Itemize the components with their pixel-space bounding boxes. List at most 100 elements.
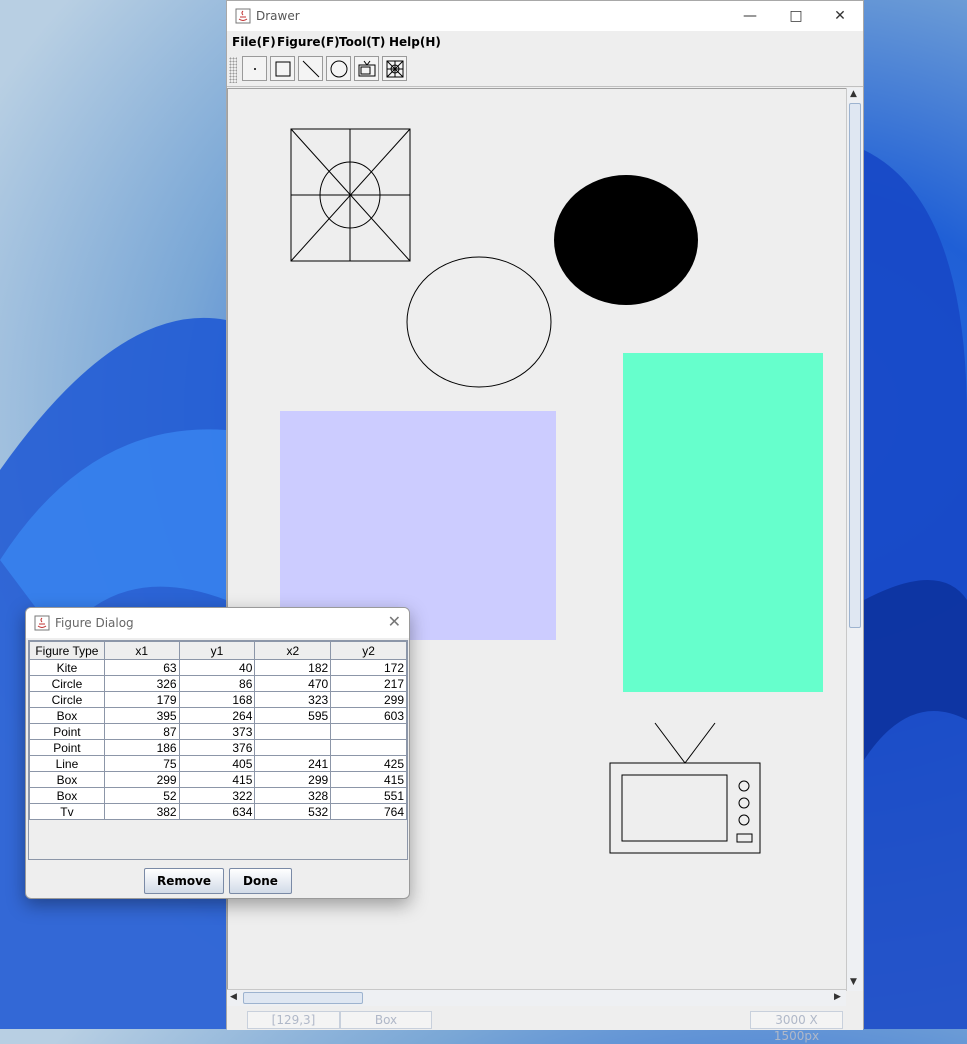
- coord-cell[interactable]: 603: [330, 707, 407, 724]
- done-button[interactable]: Done: [229, 868, 292, 894]
- coord-cell[interactable]: 551: [330, 787, 407, 804]
- coord-cell[interactable]: 634: [178, 803, 256, 820]
- coord-cell[interactable]: 186: [103, 739, 180, 756]
- coord-cell[interactable]: 52: [103, 787, 180, 804]
- tv-figure[interactable]: [609, 722, 761, 854]
- table-row[interactable]: Box 395 264 595 603: [29, 707, 407, 724]
- figure-type-cell[interactable]: Circle: [29, 691, 105, 708]
- filled-circle-figure[interactable]: [554, 175, 698, 305]
- coord-cell[interactable]: 595: [254, 707, 332, 724]
- figure-type-cell[interactable]: Point: [29, 739, 105, 756]
- maximize-button[interactable]: □: [773, 1, 819, 31]
- coord-cell[interactable]: 241: [254, 755, 332, 772]
- coord-cell[interactable]: 172: [330, 659, 407, 676]
- coord-cell[interactable]: 179: [103, 691, 180, 708]
- coord-cell[interactable]: 299: [103, 771, 180, 788]
- figure-type-cell[interactable]: Circle: [29, 675, 105, 692]
- coord-cell[interactable]: 299: [330, 691, 407, 708]
- figure-type-cell[interactable]: Point: [29, 723, 105, 740]
- table-row[interactable]: Circle 326 86 470 217: [29, 675, 407, 692]
- coord-cell[interactable]: 395: [103, 707, 180, 724]
- table-row[interactable]: Point 87 373: [29, 723, 407, 740]
- table-row[interactable]: Line 75 405 241 425: [29, 755, 407, 772]
- coord-cell[interactable]: [254, 723, 332, 740]
- circle-tool-button[interactable]: [326, 56, 351, 81]
- tv-tool-button[interactable]: [354, 56, 379, 81]
- figure-type-cell[interactable]: Tv: [29, 803, 105, 820]
- menu-figure[interactable]: Figure(F): [277, 35, 340, 49]
- coord-cell[interactable]: 470: [254, 675, 332, 692]
- dialog-title: Figure Dialog: [55, 616, 134, 630]
- table-row[interactable]: Point 186 376: [29, 739, 407, 756]
- coord-cell[interactable]: 373: [178, 723, 256, 740]
- horizontal-scrollbar[interactable]: ◀ ▶: [227, 989, 846, 1006]
- mint-box-figure[interactable]: [623, 353, 823, 692]
- scroll-right-icon[interactable]: ▶: [834, 992, 841, 1002]
- box-tool-button[interactable]: [270, 56, 295, 81]
- table-row[interactable]: Circle 179 168 323 299: [29, 691, 407, 708]
- remove-button[interactable]: Remove: [144, 868, 224, 894]
- figure-type-cell[interactable]: Box: [29, 787, 105, 804]
- coord-cell[interactable]: 168: [178, 691, 256, 708]
- scroll-down-icon[interactable]: ▼: [850, 977, 857, 987]
- column-header[interactable]: y1: [178, 641, 256, 660]
- coord-cell[interactable]: 63: [103, 659, 180, 676]
- scroll-up-icon[interactable]: ▲: [850, 89, 857, 99]
- coord-cell[interactable]: [330, 723, 407, 740]
- coord-cell[interactable]: 415: [330, 771, 407, 788]
- toolbar: [227, 53, 863, 87]
- coord-cell[interactable]: 415: [178, 771, 256, 788]
- coord-cell[interactable]: 405: [178, 755, 256, 772]
- line-tool-button[interactable]: [298, 56, 323, 81]
- circle-figure[interactable]: [406, 256, 552, 388]
- menu-file[interactable]: File(F): [232, 35, 276, 49]
- coord-cell[interactable]: 532: [254, 803, 332, 820]
- toolbar-grip[interactable]: [229, 57, 237, 83]
- minimize-button[interactable]: —: [727, 1, 773, 31]
- kite-figure[interactable]: [290, 128, 411, 262]
- figure-type-cell[interactable]: Kite: [29, 659, 105, 676]
- kite-tool-button[interactable]: [382, 56, 407, 81]
- point-tool-button[interactable]: [242, 56, 267, 81]
- table-row[interactable]: Kite 63 40 182 172: [29, 659, 407, 676]
- coord-cell[interactable]: 182: [254, 659, 332, 676]
- coord-cell[interactable]: 376: [178, 739, 256, 756]
- table-row[interactable]: Box 299 415 299 415: [29, 771, 407, 788]
- coord-cell[interactable]: 40: [178, 659, 256, 676]
- coord-cell[interactable]: [330, 739, 407, 756]
- coord-cell[interactable]: 764: [330, 803, 407, 820]
- coord-cell[interactable]: 382: [103, 803, 180, 820]
- coord-cell[interactable]: 323: [254, 691, 332, 708]
- table-row[interactable]: Tv 382 634 532 764: [29, 803, 407, 820]
- coord-cell[interactable]: 217: [330, 675, 407, 692]
- table-row[interactable]: Box 52 322 328 551: [29, 787, 407, 804]
- scroll-left-icon[interactable]: ◀: [230, 992, 237, 1002]
- horizontal-scroll-thumb[interactable]: [243, 992, 363, 1004]
- coord-cell[interactable]: 326: [103, 675, 180, 692]
- coord-cell[interactable]: 425: [330, 755, 407, 772]
- coord-cell[interactable]: 264: [178, 707, 256, 724]
- lavender-box-figure[interactable]: [280, 411, 556, 640]
- figure-type-cell[interactable]: Line: [29, 755, 105, 772]
- figure-type-cell[interactable]: Box: [29, 771, 105, 788]
- column-header[interactable]: x1: [103, 641, 180, 660]
- column-header[interactable]: x2: [254, 641, 332, 660]
- vertical-scrollbar[interactable]: ▲ ▼: [846, 88, 863, 991]
- coord-cell[interactable]: 328: [254, 787, 332, 804]
- figure-type-cell[interactable]: Box: [29, 707, 105, 724]
- menu-tool[interactable]: Tool(T): [339, 35, 385, 49]
- dialog-title-bar[interactable]: Figure Dialog ✕: [26, 608, 409, 638]
- coord-cell[interactable]: 322: [178, 787, 256, 804]
- title-bar[interactable]: Drawer — □ ✕: [227, 1, 863, 31]
- vertical-scroll-thumb[interactable]: [849, 103, 861, 628]
- coord-cell[interactable]: 299: [254, 771, 332, 788]
- close-button[interactable]: ✕: [817, 1, 863, 31]
- dialog-close-icon[interactable]: ✕: [388, 612, 401, 631]
- coord-cell[interactable]: 75: [103, 755, 180, 772]
- coord-cell[interactable]: 87: [103, 723, 180, 740]
- coord-cell[interactable]: 86: [178, 675, 256, 692]
- coord-cell[interactable]: [254, 739, 332, 756]
- menu-help[interactable]: Help(H): [389, 35, 441, 49]
- column-header[interactable]: Figure Type: [29, 641, 105, 660]
- column-header[interactable]: y2: [330, 641, 407, 660]
